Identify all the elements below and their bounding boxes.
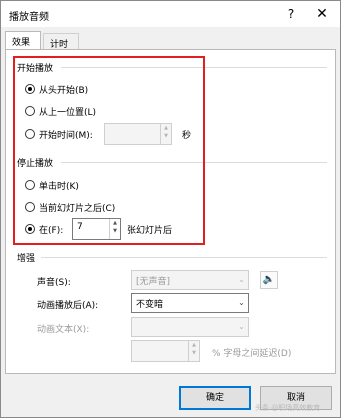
after-animation-label: 动画播放后(A):: [37, 301, 99, 311]
tab-effect[interactable]: 效果: [5, 31, 41, 50]
animate-text-select[interactable]: ⌄: [131, 317, 249, 337]
title-bar: 播放音频 ? ✕: [1, 1, 340, 27]
dialog-title: 播放音频: [9, 12, 49, 23]
speaker-icon[interactable]: 🔈: [260, 271, 278, 289]
close-button[interactable]: ✕: [313, 5, 331, 23]
play-audio-dialog: 播放音频 ? ✕ 效果 计时 开始播放 从头开始(B) 从上一位置(L) 开始时…: [0, 0, 341, 418]
enhance-section-divider: [41, 257, 327, 258]
delay-label: % 字母之间延迟(D): [212, 349, 292, 359]
watermark: 头条 @职场高效教育: [255, 404, 321, 412]
enhance-section-title: 增强: [17, 254, 36, 264]
after-animation-select[interactable]: 不变暗 ⌄: [131, 293, 249, 313]
sound-select[interactable]: [无声音] ⌄: [131, 270, 249, 290]
sound-select-value: [无声音]: [136, 277, 171, 287]
help-button[interactable]: ?: [283, 5, 299, 23]
chevron-down-icon: ⌄: [238, 275, 245, 284]
animate-text-label: 动画文本(X):: [37, 325, 90, 335]
chevron-down-icon: ⌄: [238, 298, 245, 307]
ok-button[interactable]: 确定: [179, 386, 251, 410]
sound-label: 声音(S):: [37, 278, 71, 288]
highlight-box: [13, 56, 205, 245]
chevron-down-icon: ⌄: [238, 322, 245, 331]
delay-stepper[interactable]: ▲ ▼: [188, 341, 199, 361]
after-animation-select-value: 不变暗: [136, 300, 164, 310]
